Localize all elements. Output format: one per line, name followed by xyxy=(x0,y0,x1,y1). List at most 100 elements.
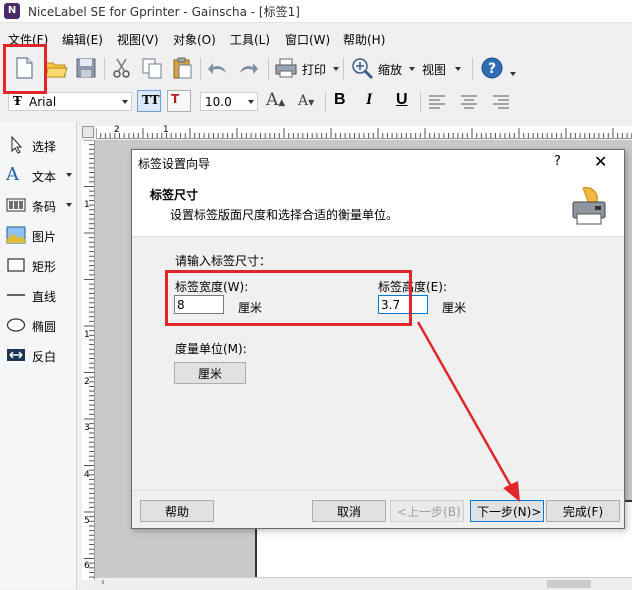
main-toolbar: 打印 缩放 视图 ? xyxy=(0,52,632,86)
dialog-header: 标签尺寸 设置标签版面尺度和选择合适的衡量单位。 xyxy=(132,174,624,237)
tool-ellipse[interactable]: 椭圆 xyxy=(4,314,74,336)
measure-unit-label: 度量单位(M): xyxy=(175,342,247,356)
text-tool-icon: A xyxy=(6,164,19,185)
chevron-down-icon[interactable] xyxy=(455,67,461,71)
barcode-icon xyxy=(6,198,26,212)
undo-icon[interactable] xyxy=(206,56,230,80)
annotation-size-fields-highlight xyxy=(165,270,412,326)
tool-barcode[interactable]: 条码 xyxy=(4,194,74,216)
font-name-select[interactable]: Ŧ Arial xyxy=(8,92,132,111)
toolbar-separator xyxy=(420,92,421,112)
back-button[interactable]: <上一步(B) xyxy=(390,500,464,522)
font-size-value: 10.0 xyxy=(205,95,232,109)
toolbar-separator xyxy=(104,58,105,80)
zoom-button-label[interactable]: 缩放 xyxy=(378,61,402,78)
chevron-down-icon[interactable] xyxy=(66,203,72,207)
next-button[interactable]: 下一步(N)> xyxy=(470,500,544,522)
ruler-tick-label: 3 xyxy=(84,423,90,433)
view-button-label[interactable]: 视图 xyxy=(422,61,446,78)
app-logo-icon: N xyxy=(4,3,20,19)
grow-font-icon[interactable]: A▲ xyxy=(266,90,285,110)
printer-icon[interactable] xyxy=(274,56,298,80)
align-right-icon[interactable] xyxy=(492,94,510,110)
format-toolbar: Ŧ Arial TT T 10.0 A▲ A▼ B I U xyxy=(0,90,632,114)
align-center-icon[interactable] xyxy=(460,94,478,110)
menu-edit[interactable]: 编辑(E) xyxy=(62,31,103,48)
underline-button[interactable]: U xyxy=(396,91,408,109)
ruler-tick-label: 5 xyxy=(84,516,90,526)
menu-tools[interactable]: 工具(L) xyxy=(230,31,270,48)
menu-object[interactable]: 对象(O) xyxy=(173,31,216,48)
zoom-icon[interactable] xyxy=(350,56,374,80)
ruler-tick-label: 6 xyxy=(84,561,90,571)
truetype-icon: Ŧ xyxy=(13,94,22,108)
tool-text[interactable]: A 文本 xyxy=(4,164,74,186)
dialog-help-button[interactable]: ? xyxy=(554,154,561,169)
svg-text:?: ? xyxy=(488,61,496,77)
vertical-ruler: 1 1 2 3 4 5 6 xyxy=(82,140,95,580)
toolbar-overflow-icon[interactable] xyxy=(510,72,516,76)
tool-label: 条码 xyxy=(32,200,57,214)
inverse-icon xyxy=(7,349,25,361)
align-left-icon[interactable] xyxy=(428,94,446,110)
printer-font-toggle[interactable]: TT xyxy=(137,90,161,112)
ruler-corner xyxy=(82,126,94,138)
ellipse-icon xyxy=(6,318,26,332)
font-size-select[interactable]: 10.0 xyxy=(200,92,258,111)
menu-help[interactable]: 帮助(H) xyxy=(343,31,385,48)
horizontal-ruler: 2 1 xyxy=(96,125,632,139)
tool-label: 文本 xyxy=(32,170,57,184)
redo-icon[interactable] xyxy=(236,56,260,80)
bold-button[interactable]: B xyxy=(334,91,346,109)
chevron-down-icon[interactable] xyxy=(66,173,72,177)
chevron-down-icon[interactable] xyxy=(333,67,339,71)
help-icon[interactable]: ? xyxy=(480,56,504,80)
open-folder-icon[interactable] xyxy=(44,56,68,80)
chevron-down-icon[interactable] xyxy=(122,100,128,104)
window-title: NiceLabel SE for Gprinter - Gainscha - [… xyxy=(28,5,300,19)
annotation-new-button-highlight xyxy=(3,44,47,94)
italic-button[interactable]: I xyxy=(366,91,372,109)
label-printer-icon xyxy=(572,187,606,225)
tool-label: 直线 xyxy=(32,290,57,304)
tool-label: 矩形 xyxy=(32,260,57,274)
tool-line[interactable]: 直线 xyxy=(4,284,74,306)
help-button[interactable]: 帮助 xyxy=(140,500,214,522)
measure-unit-button[interactable]: 厘米 xyxy=(174,362,246,384)
tool-rectangle[interactable]: 矩形 xyxy=(4,254,74,276)
ruler-ticks xyxy=(96,128,632,138)
tool-select[interactable]: 选择 xyxy=(4,134,74,156)
size-prompt: 请输入标签尺寸： xyxy=(175,254,272,268)
menu-view[interactable]: 视图(V) xyxy=(117,31,159,48)
print-button-label[interactable]: 打印 xyxy=(302,61,326,78)
dialog-subtitle: 设置标签版面尺度和选择合适的衡量单位。 xyxy=(170,208,399,222)
printer-font-icon: T xyxy=(171,92,180,106)
tool-picture[interactable]: 图片 xyxy=(4,224,74,246)
ruler-tick-label: 1 xyxy=(84,330,90,340)
toolbar-separator xyxy=(268,58,269,80)
printer-internal-font-toggle[interactable]: T xyxy=(167,90,191,112)
tool-inverse[interactable]: 反白 xyxy=(4,344,74,366)
rectangle-icon xyxy=(7,258,25,272)
label-height-unit: 厘米 xyxy=(442,301,467,315)
scroll-left-icon[interactable]: ‹ xyxy=(101,577,105,588)
paste-icon[interactable] xyxy=(170,56,194,80)
save-icon[interactable] xyxy=(74,56,98,80)
chevron-down-icon[interactable] xyxy=(248,100,254,104)
close-icon[interactable]: ✕ xyxy=(594,152,607,171)
menu-window[interactable]: 窗口(W) xyxy=(285,31,330,48)
dialog-heading: 标签尺寸 xyxy=(150,188,199,202)
ruler-tick-label: 2 xyxy=(84,377,90,387)
dialog-footer-divider xyxy=(132,490,624,491)
finish-button[interactable]: 完成(F) xyxy=(546,500,620,522)
cut-icon[interactable] xyxy=(110,56,134,80)
cancel-button[interactable]: 取消 xyxy=(312,500,386,522)
copy-icon[interactable] xyxy=(140,56,164,80)
toolbar-separator xyxy=(343,58,344,80)
title-bar: N NiceLabel SE for Gprinter - Gainscha -… xyxy=(0,0,632,23)
shrink-font-icon[interactable]: A▼ xyxy=(298,93,314,109)
scrollbar-thumb[interactable] xyxy=(547,580,591,588)
dialog-title: 标签设置向导 xyxy=(138,157,211,171)
horizontal-scrollbar[interactable]: ‹ xyxy=(95,577,632,590)
chevron-down-icon[interactable] xyxy=(409,67,415,71)
